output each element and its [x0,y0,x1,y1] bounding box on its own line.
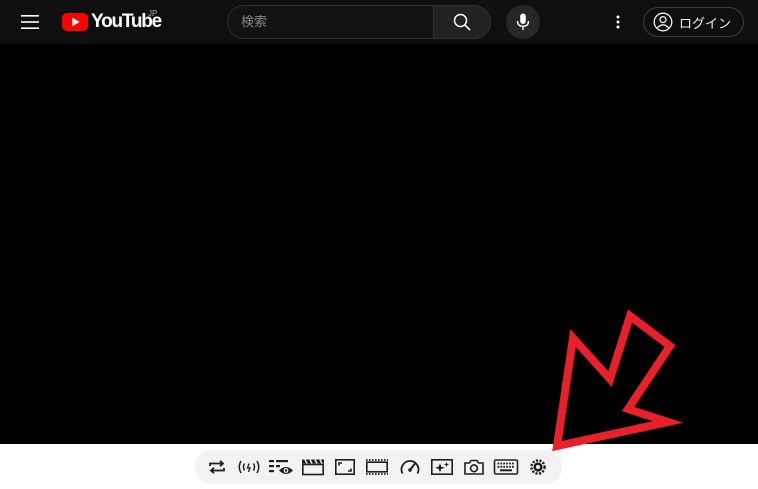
clapperboard-icon [302,459,325,476]
broadcast-button[interactable] [236,454,262,480]
microphone-icon [516,13,530,30]
film-strip-icon [366,459,389,475]
watch-later-button[interactable] [268,454,294,480]
sparkle-icon [430,458,453,475]
settings-button[interactable] [525,454,551,480]
youtube-play-icon [62,13,88,31]
filter-button[interactable] [429,454,455,480]
login-button[interactable]: ログイン [643,7,744,37]
keyboard-button[interactable] [493,454,519,480]
theater-button[interactable] [364,454,390,480]
screenshot-button[interactable] [461,454,487,480]
broadcast-icon [238,460,260,474]
extension-toolbar [195,450,562,484]
playlist-eye-icon [269,460,294,474]
keyboard-icon [493,459,519,475]
voice-search-button[interactable] [506,5,540,39]
expand-corners-icon [335,458,356,475]
resize-button[interactable] [332,454,358,480]
speed-button[interactable] [397,454,423,480]
search-box [227,5,433,39]
menu-button[interactable] [14,6,46,38]
login-label: ログイン [679,16,732,32]
search-button[interactable] [433,5,491,39]
camera-icon [463,459,484,475]
vertical-dots-icon [616,15,620,29]
account-circle-icon [653,12,673,32]
more-options-button[interactable] [606,8,630,36]
masthead: YouTube JP ログイン [0,0,758,44]
speedometer-icon [400,460,419,474]
video-player[interactable] [0,44,758,444]
logo-region-code: JP [148,9,158,18]
search-input[interactable] [241,14,433,30]
loop-button[interactable] [204,454,230,480]
youtube-logo[interactable]: YouTube [62,10,162,34]
search-icon [453,13,471,31]
cinema-button[interactable] [300,454,326,480]
gear-icon [530,459,546,475]
repeat-icon [209,460,225,474]
hamburger-menu-icon [21,15,39,29]
